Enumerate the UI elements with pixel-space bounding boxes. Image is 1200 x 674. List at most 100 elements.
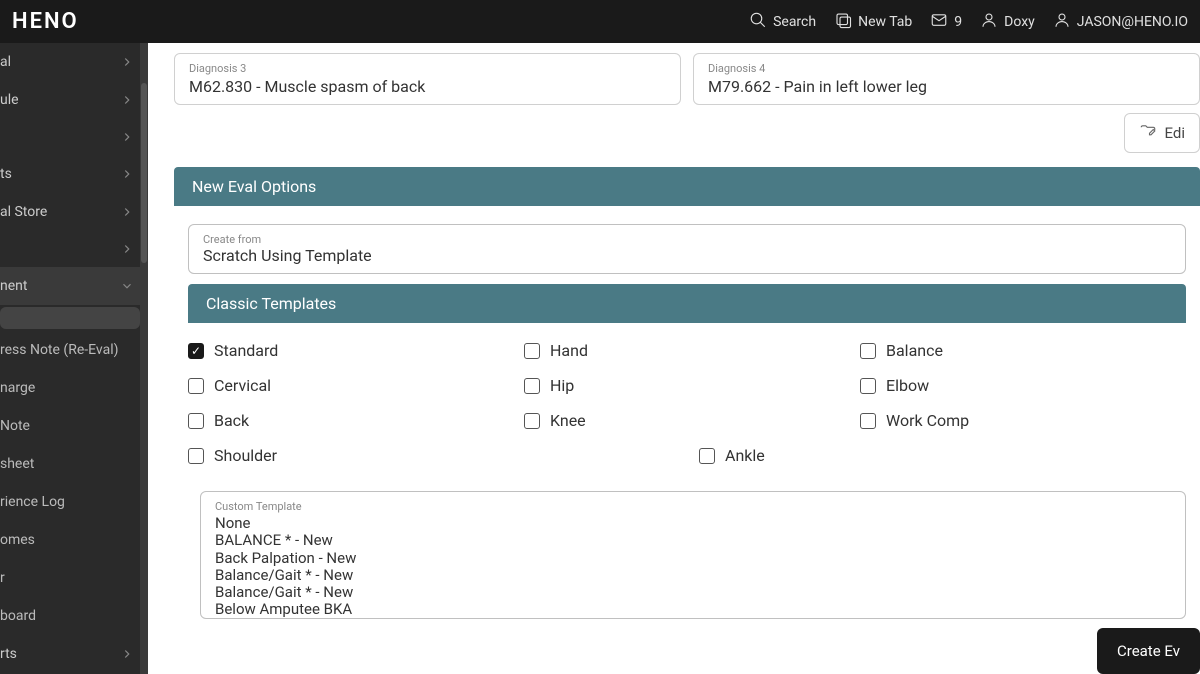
sidebar-sub-label: ress Note (Re-Eval) bbox=[0, 342, 118, 358]
template-hand[interactable]: Hand bbox=[524, 341, 850, 360]
user-icon bbox=[980, 11, 998, 33]
custom-option[interactable]: Balance/Gait * - New bbox=[215, 584, 1171, 601]
checkbox-icon bbox=[699, 448, 715, 464]
template-cervical[interactable]: Cervical bbox=[188, 376, 514, 395]
edit-label: Edi bbox=[1165, 124, 1186, 142]
checkbox-icon bbox=[188, 448, 204, 464]
sidebar-subitem[interactable]: r bbox=[0, 559, 148, 597]
chevron-right-icon bbox=[120, 242, 134, 256]
template-balance[interactable]: Balance bbox=[860, 341, 1186, 360]
field-label: Diagnosis 3 bbox=[189, 62, 666, 75]
sidebar-sub-label: Note bbox=[0, 418, 30, 434]
custom-option[interactable]: None bbox=[215, 515, 1171, 532]
sidebar-subitem[interactable]: omes bbox=[0, 521, 148, 559]
mail-icon bbox=[930, 11, 948, 33]
template-label: Standard bbox=[214, 341, 278, 360]
checkbox-icon bbox=[524, 378, 540, 394]
template-hip[interactable]: Hip bbox=[524, 376, 850, 395]
chevron-down-icon bbox=[120, 279, 134, 293]
sidebar-item[interactable]: al Store bbox=[0, 193, 148, 231]
checkbox-icon bbox=[860, 343, 876, 359]
sidebar-scrollbar[interactable] bbox=[140, 43, 148, 674]
template-label: Ankle bbox=[725, 446, 765, 465]
template-back[interactable]: Back bbox=[188, 411, 514, 430]
create-eval-button[interactable]: Create Ev bbox=[1097, 628, 1200, 674]
field-label: Diagnosis 4 bbox=[708, 62, 1185, 75]
mail-button[interactable]: 9 bbox=[930, 11, 962, 33]
sidebar-subitem[interactable]: rience Log bbox=[0, 483, 148, 521]
sidebar-subitem[interactable]: Note bbox=[0, 407, 148, 445]
chevron-right-icon bbox=[120, 130, 134, 144]
sidebar-subitem[interactable] bbox=[0, 307, 140, 329]
sidebar-item[interactable]: ule bbox=[0, 81, 148, 119]
template-ankle[interactable]: Ankle bbox=[699, 446, 850, 465]
doxy-button[interactable]: Doxy bbox=[980, 11, 1035, 33]
new-tab-label: New Tab bbox=[858, 14, 912, 30]
sidebar-subitem[interactable]: board bbox=[0, 597, 148, 635]
custom-option[interactable]: Below Amputee BKA bbox=[215, 601, 1171, 618]
top-bar: HENO Search New Tab 9 Doxy JASON@HENO.IO bbox=[0, 0, 1200, 43]
sidebar-sub-label: board bbox=[0, 608, 36, 624]
template-label: Work Comp bbox=[886, 411, 969, 430]
template-elbow[interactable]: Elbow bbox=[860, 376, 1186, 395]
template-standard[interactable]: Standard bbox=[188, 341, 514, 360]
template-label: Back bbox=[214, 411, 249, 430]
sidebar-sub-label: omes bbox=[0, 532, 35, 548]
checkbox-icon bbox=[188, 378, 204, 394]
sidebar-item-label: ule bbox=[0, 92, 19, 108]
sidebar-subitem[interactable]: ress Note (Re-Eval) bbox=[0, 331, 148, 369]
sidebar-item[interactable] bbox=[0, 231, 148, 267]
checkbox-icon bbox=[524, 343, 540, 359]
template-shoulder[interactable]: Shoulder bbox=[188, 446, 514, 465]
custom-option[interactable]: Balance/Gait * - New bbox=[215, 567, 1171, 584]
diagnosis-4-field[interactable]: Diagnosis 4 M79.662 - Pain in left lower… bbox=[693, 53, 1200, 105]
diagnosis-3-field[interactable]: Diagnosis 3 M62.830 - Muscle spasm of ba… bbox=[174, 53, 681, 105]
custom-template-select[interactable]: Custom Template None BALANCE * - New Bac… bbox=[200, 491, 1186, 619]
new-tab-button[interactable]: New Tab bbox=[834, 11, 912, 33]
template-label: Balance bbox=[886, 341, 943, 360]
field-value: M62.830 - Muscle spasm of back bbox=[189, 77, 666, 96]
template-knee[interactable]: Knee bbox=[524, 411, 850, 430]
sidebar-item[interactable] bbox=[0, 119, 148, 155]
sidebar-item-expanded[interactable]: nent bbox=[0, 267, 148, 305]
custom-template-list: None BALANCE * - New Back Palpation - Ne… bbox=[215, 515, 1171, 619]
custom-option[interactable]: Back Palpation - New bbox=[215, 550, 1171, 567]
sidebar-sub-label: narge bbox=[0, 380, 35, 396]
main-content: Diagnosis 3 M62.830 - Muscle spasm of ba… bbox=[148, 43, 1200, 674]
template-workcomp[interactable]: Work Comp bbox=[860, 411, 1186, 430]
user-menu[interactable]: JASON@HENO.IO bbox=[1053, 11, 1188, 33]
template-label: Cervical bbox=[214, 376, 271, 395]
search-icon bbox=[749, 11, 767, 33]
chevron-right-icon bbox=[120, 55, 134, 69]
checkbox-icon bbox=[524, 413, 540, 429]
search-button[interactable]: Search bbox=[749, 11, 816, 33]
logo: HENO bbox=[12, 9, 79, 34]
sidebar-item[interactable]: al bbox=[0, 43, 148, 81]
sidebar-sub-label: sheet bbox=[0, 456, 34, 472]
field-label: Create from bbox=[203, 233, 1171, 246]
person-icon bbox=[1053, 11, 1071, 33]
edit-button[interactable]: Edi bbox=[1124, 113, 1200, 153]
scrollbar-thumb[interactable] bbox=[141, 83, 147, 263]
field-label: Custom Template bbox=[215, 500, 1171, 513]
sidebar-item[interactable]: ts bbox=[0, 155, 148, 193]
checkbox-icon bbox=[188, 343, 204, 359]
sidebar-subitem[interactable]: sheet bbox=[0, 445, 148, 483]
template-label: Hip bbox=[550, 376, 574, 395]
template-label: Knee bbox=[550, 411, 586, 430]
custom-option[interactable]: BALANCE * - New bbox=[215, 532, 1171, 549]
folder-edit-icon bbox=[1139, 122, 1157, 144]
section-header-new-eval: New Eval Options bbox=[174, 167, 1200, 206]
checkbox-icon bbox=[188, 413, 204, 429]
sidebar-subitem[interactable]: narge bbox=[0, 369, 148, 407]
chevron-right-icon bbox=[120, 647, 134, 661]
user-label: JASON@HENO.IO bbox=[1077, 14, 1188, 30]
checkbox-icon bbox=[860, 413, 876, 429]
template-label: Shoulder bbox=[214, 446, 277, 465]
create-from-select[interactable]: Create from Scratch Using Template bbox=[188, 224, 1186, 274]
chevron-right-icon bbox=[120, 205, 134, 219]
template-label: Elbow bbox=[886, 376, 929, 395]
sidebar-item[interactable]: rts bbox=[0, 635, 148, 673]
sidebar: al ule ts al Store nent ress Note (Re-Ev… bbox=[0, 43, 148, 674]
doxy-label: Doxy bbox=[1004, 14, 1035, 30]
